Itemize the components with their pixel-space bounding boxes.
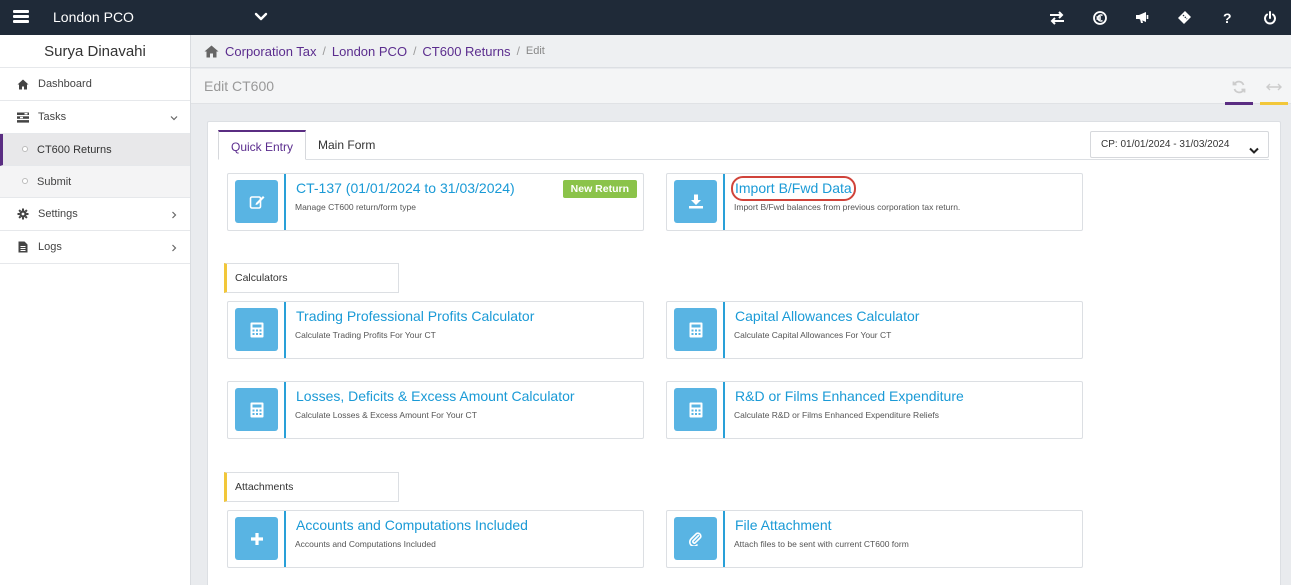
breadcrumb-link-corporation-tax[interactable]: Corporation Tax [225, 44, 317, 59]
card-subtitle: Calculate R&D or Films Enhanced Expendit… [734, 410, 940, 420]
card-title[interactable]: CT-137 (01/01/2024 to 31/03/2024) [296, 180, 515, 196]
tab-main-form[interactable]: Main Form [306, 130, 387, 160]
card-accent [723, 302, 725, 358]
home-icon[interactable] [204, 45, 219, 58]
sidebar-item-tasks[interactable]: Tasks [0, 101, 190, 134]
calculator-icon [235, 308, 278, 351]
card-title[interactable]: Import B/Fwd Data [735, 180, 852, 196]
home-icon [17, 78, 29, 90]
breadcrumb-separator: / [322, 44, 326, 58]
expand-button[interactable] [1260, 71, 1288, 105]
refresh-icon [1232, 80, 1246, 93]
sidebar-item-label: Submit [37, 175, 72, 188]
card-accent [723, 382, 725, 438]
tree-dot [22, 178, 28, 184]
sidebar-item-label: CT600 Returns [37, 143, 112, 156]
chevron-down-icon[interactable] [252, 9, 270, 25]
card-subtitle: Calculate Capital Allowances For Your CT [734, 330, 892, 340]
card-title[interactable]: Capital Allowances Calculator [735, 308, 919, 324]
calculator-icon [674, 388, 717, 431]
chevron-right-icon [170, 243, 178, 252]
card-subtitle: Manage CT600 return/form type [295, 202, 416, 212]
sidebar-item-label: Dashboard [38, 78, 92, 90]
calculator-icon [674, 308, 717, 351]
breadcrumb-separator: / [516, 44, 520, 58]
top-navbar: London PCO ? [0, 0, 1291, 35]
card-title[interactable]: R&D or Films Enhanced Expenditure [735, 388, 964, 404]
breadcrumb-separator: / [413, 44, 417, 58]
card-title[interactable]: File Attachment [735, 517, 832, 533]
sidebar-item-dashboard[interactable]: Dashboard [0, 68, 190, 101]
currency-icon[interactable] [1079, 0, 1122, 35]
card-accent [284, 511, 286, 567]
tree-dot [22, 146, 28, 152]
card-accent [284, 174, 286, 230]
period-value: CP: 01/01/2024 - 31/03/2024 [1101, 139, 1230, 150]
breadcrumb: Corporation Tax / London PCO / CT600 Ret… [191, 35, 1291, 68]
calculator-icon [235, 388, 278, 431]
help-icon[interactable]: ? [1206, 0, 1249, 35]
rnd-films-card[interactable]: R&D or Films Enhanced Expenditure Calcul… [666, 381, 1083, 439]
file-attachment-card[interactable]: File Attachment Attach files to be sent … [666, 510, 1083, 568]
user-name: Surya Dinavahi [0, 35, 190, 68]
menu-toggle-icon[interactable] [13, 10, 29, 23]
refresh-button[interactable] [1225, 71, 1253, 105]
new-return-badge: New Return [562, 180, 637, 198]
card-accent [284, 302, 286, 358]
page-title: Edit CT600 [204, 78, 275, 94]
card-accent [284, 382, 286, 438]
card-accent [723, 174, 725, 230]
sidebar-item-settings[interactable]: Settings [0, 198, 190, 231]
sidebar-item-label: Settings [38, 208, 78, 220]
ticket-icon[interactable] [1164, 0, 1207, 35]
company-name[interactable]: London PCO [53, 9, 134, 25]
section-label-calculators: Calculators [224, 263, 399, 293]
download-icon [674, 180, 717, 223]
card-subtitle: Import B/Fwd balances from previous corp… [734, 202, 961, 212]
import-bfwd-card[interactable]: Import B/Fwd Data Import B/Fwd balances … [666, 173, 1083, 231]
card-title[interactable]: Accounts and Computations Included [296, 517, 528, 533]
breadcrumb-current: Edit [525, 45, 545, 57]
sidebar-item-label: Tasks [38, 111, 67, 123]
breadcrumb-link-ct600-returns[interactable]: CT600 Returns [422, 44, 510, 59]
card-accent [723, 511, 725, 567]
tab-bar: Quick Entry Main Form [218, 130, 387, 160]
card-title[interactable]: Losses, Deficits & Excess Amount Calcula… [296, 388, 575, 404]
tasks-icon [17, 111, 29, 123]
page-header: Edit CT600 [191, 69, 1291, 105]
sidebar-item-ct600-returns[interactable]: CT600 Returns [0, 134, 190, 166]
losses-deficits-card[interactable]: Losses, Deficits & Excess Amount Calcula… [227, 381, 644, 439]
chevron-right-icon [170, 210, 178, 219]
chevron-down-icon [1249, 140, 1259, 154]
card-subtitle: Calculate Trading Profits For Your CT [295, 330, 436, 340]
ct137-return-card[interactable]: CT-137 (01/01/2024 to 31/03/2024) Manage… [227, 173, 644, 231]
content-panel: Quick Entry Main Form CP: 01/01/2024 - 3… [207, 121, 1281, 585]
sidebar-item-label: Logs [38, 241, 62, 253]
transfer-icon[interactable] [1036, 0, 1079, 35]
sidebar-item-submit[interactable]: Submit [0, 166, 190, 198]
plus-icon [235, 517, 278, 560]
gear-icon [17, 208, 29, 220]
edit-icon [235, 180, 278, 223]
breadcrumb-link-company[interactable]: London PCO [332, 44, 407, 59]
document-icon [17, 241, 29, 253]
sidebar-item-logs[interactable]: Logs [0, 231, 190, 264]
card-title[interactable]: Trading Professional Profits Calculator [296, 308, 534, 324]
section-label-attachments: Attachments [224, 472, 399, 502]
card-subtitle: Calculate Losses & Excess Amount For You… [295, 410, 477, 420]
chevron-down-icon [170, 113, 178, 121]
top-icon-group: ? [1036, 0, 1291, 35]
period-select[interactable]: CP: 01/01/2024 - 31/03/2024 [1090, 131, 1269, 158]
paperclip-icon [674, 517, 717, 560]
tab-quick-entry[interactable]: Quick Entry [218, 130, 307, 160]
capital-allowances-card[interactable]: Capital Allowances Calculator Calculate … [666, 301, 1083, 359]
trading-profits-card[interactable]: Trading Professional Profits Calculator … [227, 301, 644, 359]
accounts-computations-card[interactable]: Accounts and Computations Included Accou… [227, 510, 644, 568]
power-icon[interactable] [1249, 0, 1291, 35]
card-subtitle: Attach files to be sent with current CT6… [734, 539, 909, 549]
expand-arrows-icon [1266, 83, 1282, 90]
megaphone-icon[interactable] [1121, 0, 1164, 35]
sidebar: Surya Dinavahi Dashboard Tasks CT600 Ret… [0, 35, 191, 585]
card-subtitle: Accounts and Computations Included [295, 539, 436, 549]
